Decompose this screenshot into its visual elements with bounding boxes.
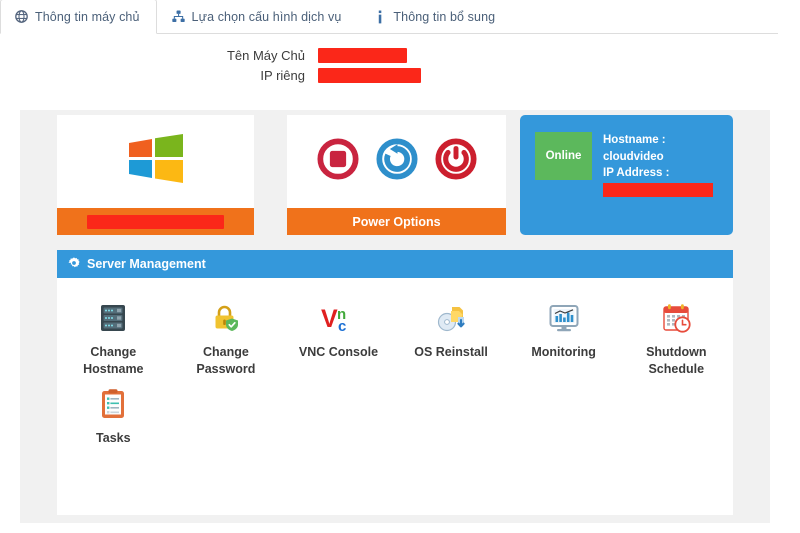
stop-icon[interactable] [316, 138, 359, 185]
management-item-label: Change Password [196, 345, 256, 376]
redacted-os-name [87, 214, 224, 229]
clipboard-icon [96, 384, 130, 424]
page-root: Thông tin máy chủ Lựa chọn cấu hình dịch… [0, 0, 800, 533]
field-label: IP riêng [260, 68, 305, 83]
power-options-button[interactable]: Power Options [287, 208, 506, 235]
status-badge: Online [535, 132, 592, 180]
os-card-footer[interactable] [57, 208, 254, 235]
svg-text:V: V [321, 305, 338, 333]
os-card-body [57, 115, 254, 208]
card-row: Power Options Online Hostname : cloudvid… [20, 110, 770, 235]
management-item-tasks[interactable]: Tasks [57, 378, 170, 447]
management-item-label: Change Hostname [83, 345, 144, 376]
redacted-ip-address-value [603, 182, 713, 197]
server-overview-panel: Power Options Online Hostname : cloudvid… [20, 110, 770, 523]
management-item-label: VNC Console [298, 345, 379, 359]
server-status-box: Online Hostname : cloudvideo IP Address … [520, 115, 733, 235]
vnc-logo-icon: V n c [320, 298, 356, 338]
management-item-change-password[interactable]: Change Password [170, 292, 283, 378]
server-fields: Tên Máy Chủ IP riêng [0, 48, 778, 88]
tab-server-info[interactable]: Thông tin máy chủ [0, 0, 157, 34]
hostname-value: cloudvideo [603, 150, 664, 163]
server-management-header: Server Management [57, 250, 733, 278]
field-row-hostname: Tên Máy Chủ [0, 48, 778, 63]
tab-label: Thông tin máy chủ [35, 9, 140, 24]
tab-label: Lựa chọn cấu hình dịch vụ [191, 9, 342, 24]
management-item-vnc-console[interactable]: V n c VNC Console [282, 292, 395, 378]
lock-shield-icon [209, 298, 243, 338]
ip-address-label: IP Address : [603, 167, 670, 179]
field-label: Tên Máy Chủ [226, 48, 305, 63]
reboot-icon[interactable] [375, 138, 418, 185]
management-item-label: Shutdown Schedule [646, 345, 707, 376]
management-item-monitoring[interactable]: Monitoring [507, 292, 620, 378]
power-card: Power Options [287, 115, 506, 235]
globe-icon [15, 10, 28, 23]
redacted-private-ip-value [318, 68, 421, 83]
management-item-label: Monitoring [531, 345, 596, 359]
field-row-private-ip: IP riêng [0, 68, 778, 83]
tab-label: Thông tin bổ sung [393, 9, 496, 24]
tab-service-config[interactable]: Lựa chọn cấu hình dịch vụ [157, 0, 359, 33]
tab-bar: Thông tin máy chủ Lựa chọn cấu hình dịch… [0, 0, 778, 34]
info-icon [373, 10, 386, 23]
management-item-label: Tasks [96, 431, 131, 445]
power-card-body [287, 115, 506, 208]
server-identity-text: Hostname : cloudvideo IP Address : [603, 132, 713, 197]
redacted-hostname-value [318, 48, 407, 63]
monitor-chart-icon [547, 298, 581, 338]
management-item-os-reinstall[interactable]: OS Reinstall [395, 292, 508, 378]
sitemap-icon [171, 10, 185, 23]
hostname-label: Hostname : [603, 134, 666, 146]
disc-install-icon [434, 298, 468, 338]
server-management-title: Server Management [87, 257, 206, 271]
management-item-change-hostname[interactable]: Change Hostname [57, 292, 170, 378]
windows-logo-icon [126, 133, 186, 190]
os-card [57, 115, 254, 235]
svg-text:c: c [338, 318, 346, 335]
tab-additional-info[interactable]: Thông tin bổ sung [358, 0, 512, 33]
power-action-icons [316, 138, 477, 185]
calendar-clock-icon [659, 298, 693, 338]
management-item-shutdown-schedule[interactable]: Shutdown Schedule [620, 292, 733, 378]
server-management-section: Server Management Change Hostname Change… [57, 250, 733, 515]
server-rack-icon [96, 298, 130, 338]
management-icon-grid: Change Hostname Change Password V n c VN… [57, 292, 733, 447]
management-item-label: OS Reinstall [414, 345, 488, 359]
gear-icon [68, 256, 80, 272]
power-icon[interactable] [434, 138, 477, 185]
server-management-body: Change Hostname Change Password V n c VN… [57, 278, 733, 515]
